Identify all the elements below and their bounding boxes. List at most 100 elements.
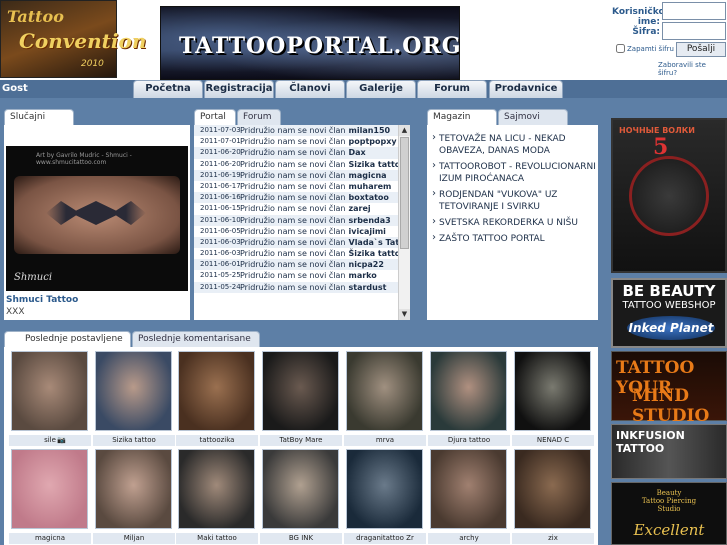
- activity-scrollbar[interactable]: ▲ ▼: [398, 125, 410, 320]
- nav-clanovi[interactable]: Članovi: [275, 80, 345, 98]
- gallery-thumbnail[interactable]: tattoozika: [176, 349, 258, 446]
- nav-forum[interactable]: Forum: [417, 80, 487, 98]
- tattoo-photo[interactable]: [95, 351, 172, 431]
- scroll-down-icon[interactable]: ▼: [399, 309, 410, 320]
- activity-user-link[interactable]: boxtatoo: [349, 192, 389, 203]
- ad-banner-inkfusion[interactable]: INKFUSION TATTOO: [611, 424, 727, 479]
- thumbnail-caption[interactable]: Sizika tattoo: [93, 435, 175, 446]
- tattoo-photo[interactable]: [178, 449, 255, 529]
- gallery-thumbnail[interactable]: zix: [512, 447, 594, 544]
- ad2-line2: TATTOO WEBSHOP: [622, 300, 716, 311]
- tab-random-tattoo[interactable]: Slučajni tattoo: [4, 109, 74, 136]
- magazin-item[interactable]: SVETSKA REKORDERKA U NIŠU: [427, 213, 598, 229]
- remember-me[interactable]: Zapamti šifru: [616, 44, 674, 53]
- nav-registracija[interactable]: Registracija: [204, 80, 274, 98]
- tattoo-photo[interactable]: [514, 449, 591, 529]
- thumbnail-caption[interactable]: NENAD C: [512, 435, 594, 446]
- magazin-item[interactable]: ZAŠTO TATTOO PORTAL: [427, 229, 598, 245]
- activity-user-link[interactable]: marko: [349, 270, 377, 281]
- login-submit-button[interactable]: Pošalji: [676, 42, 726, 57]
- gallery-thumbnail[interactable]: mrva: [344, 349, 426, 446]
- remember-label: Zapamti šifru: [627, 44, 674, 53]
- gallery-thumbnail[interactable]: Djura tattoo: [428, 349, 510, 446]
- tattoo-photo[interactable]: [430, 351, 507, 431]
- activity-user-link[interactable]: Sizika tattoo: [349, 159, 399, 170]
- tattoo-photo[interactable]: [262, 449, 339, 529]
- magazin-item[interactable]: TATTOOROBOT - REVOLUCIONARNI IZUM PIROĆA…: [427, 157, 598, 185]
- tattoo-photo[interactable]: [11, 351, 88, 431]
- tattoo-photo[interactable]: [262, 351, 339, 431]
- activity-user-link[interactable]: magicna: [349, 170, 387, 181]
- tattoo-photo[interactable]: [95, 449, 172, 529]
- gallery-thumbnail[interactable]: BG INK: [260, 447, 342, 544]
- tab-sajmovi[interactable]: Sajmovi: [498, 109, 568, 125]
- activity-row: 2011-06-03 Pridružio nam se novi član Šizi…: [194, 248, 398, 259]
- nav-prodavnice[interactable]: Prodavnice: [489, 80, 563, 98]
- tab-latest-uploads[interactable]: Poslednje postavljene: [4, 331, 131, 347]
- nav-pocetna[interactable]: Početna: [133, 80, 203, 98]
- forgot-password-link[interactable]: Zaboravili ste šifru?: [658, 61, 727, 77]
- activity-user-link[interactable]: milan150: [349, 125, 391, 136]
- gallery-thumbnail[interactable]: TatBoy Mare: [260, 349, 342, 446]
- thumbnail-caption[interactable]: mrva: [344, 435, 426, 446]
- ad-banner-excellent[interactable]: Beauty Tattoo Piercing Studio Excellent: [611, 482, 727, 545]
- gallery-thumbnail[interactable]: archy: [428, 447, 510, 544]
- gallery-thumbnail[interactable]: Miljan: [93, 447, 175, 544]
- ad-banner-inked-planet[interactable]: BE BEAUTY TATTOO WEBSHOP Inked Planet: [611, 278, 727, 348]
- thumbnail-caption[interactable]: tattoozika: [176, 435, 258, 446]
- gallery-thumbnail[interactable]: Maki tattoo: [176, 447, 258, 544]
- activity-user-link[interactable]: Vlada`s Tattoo: [349, 237, 399, 248]
- ad2-logo: Inked Planet: [627, 316, 715, 340]
- tattoo-photo[interactable]: [514, 351, 591, 431]
- tab-magazin[interactable]: Magazin: [427, 109, 497, 125]
- tab-forum[interactable]: Forum: [237, 109, 281, 125]
- activity-user-link[interactable]: zarej: [349, 203, 371, 214]
- scroll-up-icon[interactable]: ▲: [399, 125, 410, 136]
- password-input[interactable]: [662, 22, 726, 40]
- activity-user-link[interactable]: srbenda3: [349, 215, 391, 226]
- tattoo-photo[interactable]: [11, 449, 88, 529]
- random-tattoo-image[interactable]: Art by Gavrilo Mudric - Shmuci - www.shm…: [6, 146, 188, 291]
- gallery-thumbnail[interactable]: Sizika tattoo: [93, 349, 175, 446]
- random-tattoo-name[interactable]: Shmuci Tattoo: [6, 295, 78, 305]
- activity-text: Pridružio nam se novi član: [240, 159, 346, 169]
- activity-user-link[interactable]: stardust: [349, 282, 387, 293]
- activity-user-link[interactable]: muharem: [349, 181, 392, 192]
- thumbnail-caption[interactable]: Miljan: [93, 533, 175, 544]
- thumbnail-caption[interactable]: sile: [9, 435, 91, 446]
- activity-user-link[interactable]: nicpa22: [349, 259, 384, 270]
- thumbnail-caption[interactable]: archy: [428, 533, 510, 544]
- username-input[interactable]: [662, 2, 726, 20]
- gallery-thumbnail[interactable]: sile 📷: [9, 349, 91, 446]
- tattoo-photo[interactable]: [430, 449, 507, 529]
- activity-user-link[interactable]: poptpopxy: [349, 136, 397, 147]
- remember-checkbox[interactable]: [616, 44, 625, 53]
- scroll-thumb[interactable]: [400, 137, 409, 249]
- tattoo-photo[interactable]: [178, 351, 255, 431]
- convention-logo[interactable]: Tattoo Convention 2010: [0, 0, 146, 78]
- thumbnail-caption[interactable]: magicna: [9, 533, 91, 544]
- activity-user-link[interactable]: ivicajimi: [349, 226, 386, 237]
- ad-banner-tattoo-your-mind[interactable]: TATTOO YOUR MIND STUDIO: [611, 351, 727, 426]
- site-banner[interactable]: TATTOOPORTAL.ORG: [160, 6, 460, 80]
- thumbnail-caption[interactable]: Djura tattoo: [428, 435, 510, 446]
- activity-row: 2011-05-25 Pridružio nam se novi član mark…: [194, 270, 398, 281]
- nav-galerije[interactable]: Galerije: [346, 80, 416, 98]
- magazin-item[interactable]: TETOVAŽE NA LICU - NEKAD OBAVEZA, DANAS …: [427, 129, 598, 157]
- activity-user-link[interactable]: Šizika tattoo: [349, 248, 399, 259]
- ad-banner-nocnye-volki[interactable]: НОЧНЫЕ ВОЛКИ 5: [611, 118, 727, 273]
- gallery-thumbnail[interactable]: draganitattoo Zr: [344, 447, 426, 544]
- tattoo-photo[interactable]: [346, 351, 423, 431]
- tab-latest-comments[interactable]: Poslednje komentarisane: [132, 331, 260, 347]
- tab-portal[interactable]: Portal: [194, 109, 236, 125]
- thumbnail-caption[interactable]: TatBoy Mare: [260, 435, 342, 446]
- magazin-item[interactable]: RODJENDAN "VUKOVA" UZ TETOVIRANJE I SVIR…: [427, 185, 598, 213]
- thumbnail-caption[interactable]: zix: [512, 533, 594, 544]
- gallery-thumbnail[interactable]: NENAD C: [512, 349, 594, 446]
- thumbnail-caption[interactable]: draganitattoo Zr: [344, 533, 426, 544]
- thumbnail-caption[interactable]: Maki tattoo: [176, 533, 258, 544]
- thumbnail-caption[interactable]: BG INK: [260, 533, 342, 544]
- gallery-thumbnail[interactable]: magicna: [9, 447, 91, 544]
- tattoo-photo[interactable]: [346, 449, 423, 529]
- activity-user-link[interactable]: Dax: [349, 147, 366, 158]
